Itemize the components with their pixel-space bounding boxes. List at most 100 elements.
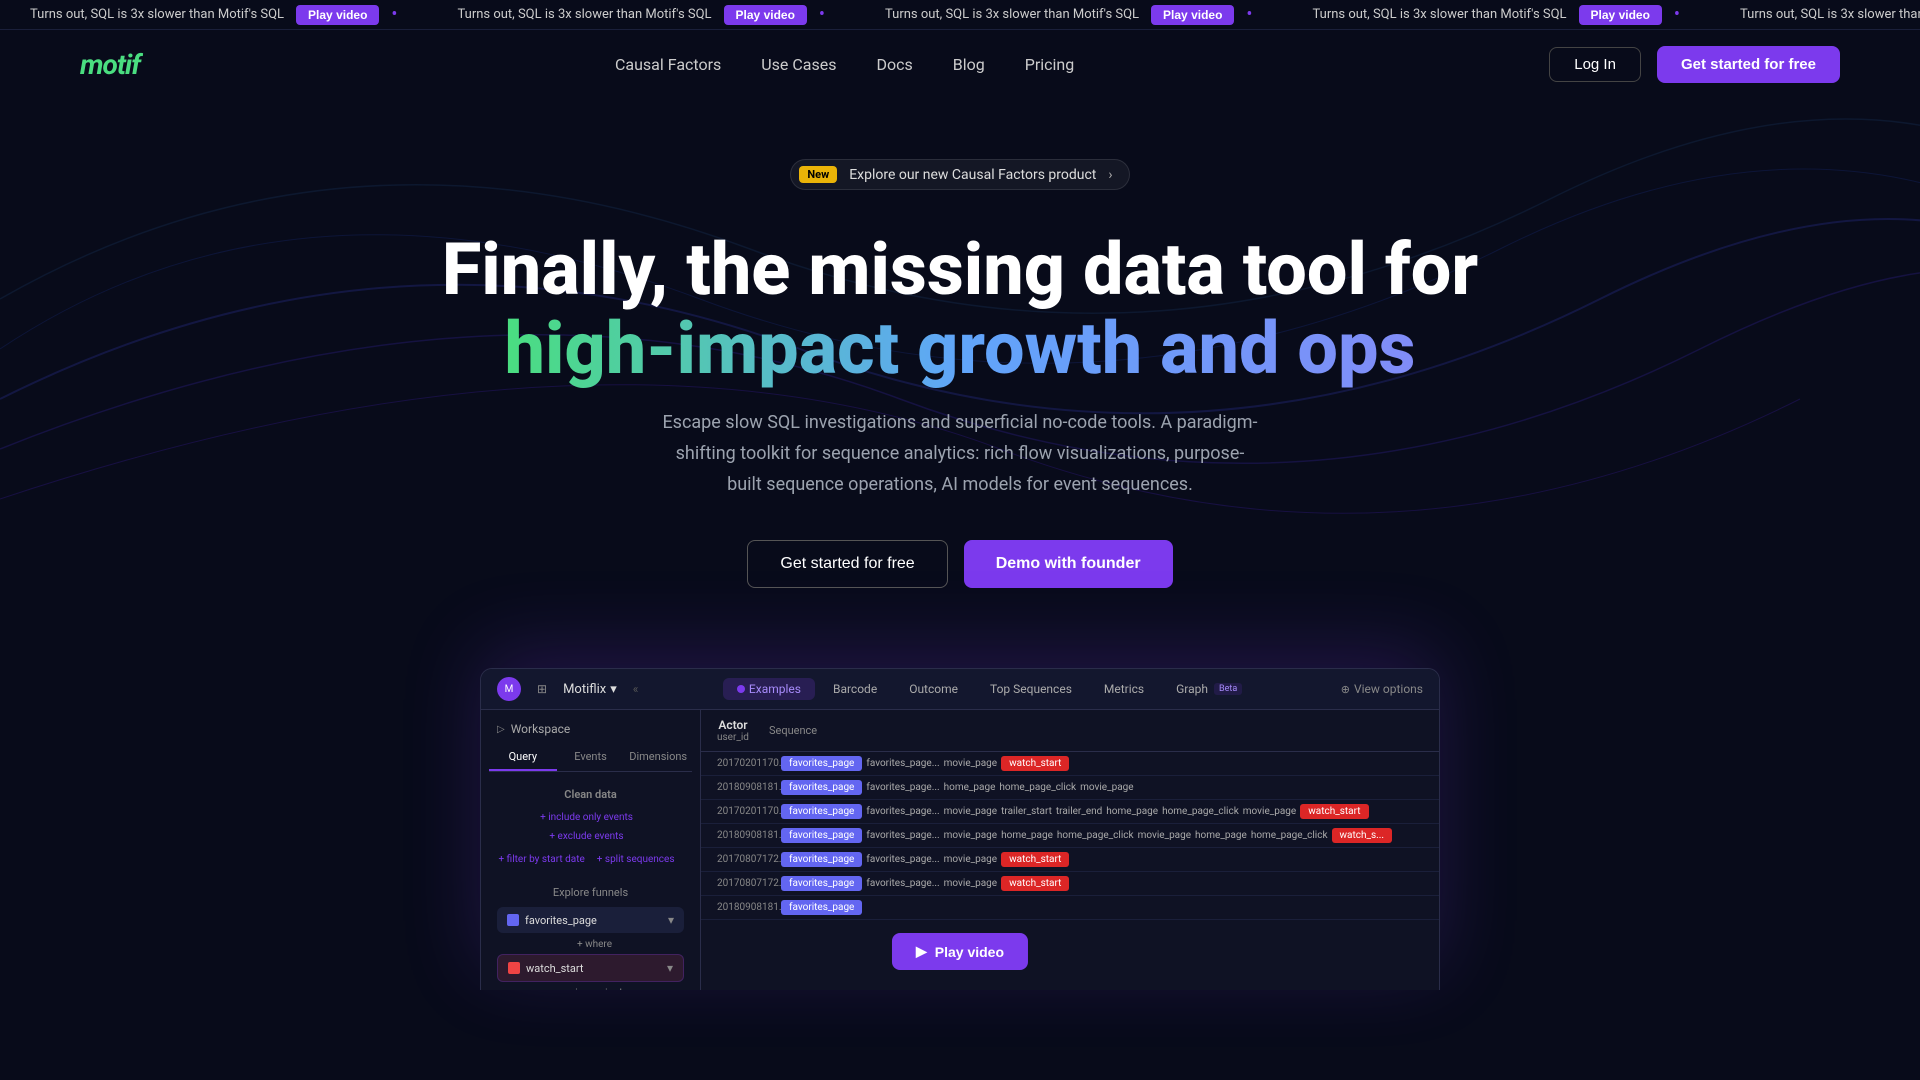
seq-items: favorites_page favorites_page... movie_p… bbox=[781, 874, 1069, 893]
get-started-button[interactable]: Get started for free bbox=[747, 540, 947, 588]
new-badge: New bbox=[799, 166, 837, 183]
ticker-play-btn[interactable]: Play video bbox=[1151, 5, 1234, 25]
ticker-dot: • bbox=[819, 4, 825, 25]
chip-favorites: favorites_page bbox=[781, 852, 862, 867]
chip-favorites: favorites_page bbox=[781, 900, 862, 915]
chip-plain-5: home_page bbox=[1106, 806, 1158, 817]
explore-funnels-section: Explore funnels favorites_page ▾ + where… bbox=[489, 878, 692, 990]
seq-items: favorites_page favorites_page... home_pa… bbox=[781, 778, 1134, 797]
tab-graph[interactable]: Graph Beta bbox=[1162, 678, 1256, 700]
is-required[interactable]: + is required bbox=[497, 988, 684, 990]
chip-plain-1: favorites_page... bbox=[866, 830, 939, 841]
nav-causal-factors[interactable]: Causal Factors bbox=[615, 55, 721, 74]
chip-plain-4: trailer_end bbox=[1056, 806, 1102, 817]
chip-watch-start: watch_start bbox=[1300, 804, 1368, 819]
table-row: 20180908181... favorites_page bbox=[701, 896, 1439, 920]
ticker-play-btn[interactable]: Play video bbox=[296, 5, 379, 25]
sequence-header: Actor user_id Sequence bbox=[701, 710, 1439, 752]
funnel-expand-icon-2: ▾ bbox=[667, 961, 673, 975]
seq-id: 20180908181... bbox=[701, 826, 781, 845]
ticker-dot: • bbox=[1674, 4, 1680, 25]
sidebar-tab-query[interactable]: Query bbox=[489, 744, 557, 771]
funnel-label-watch-start: watch_start bbox=[526, 962, 583, 975]
seq-items: favorites_page favorites_page... movie_p… bbox=[781, 754, 1069, 773]
chevron-right-icon: › bbox=[1108, 167, 1112, 183]
where-clause[interactable]: + where bbox=[497, 939, 684, 950]
chip-plain-3: trailer_start bbox=[1001, 806, 1052, 817]
clean-data-options: + include only events + exclude events +… bbox=[489, 805, 692, 878]
tab-barcode[interactable]: Barcode bbox=[819, 678, 891, 700]
tab-examples-label: Examples bbox=[749, 682, 801, 696]
get-started-nav-button[interactable]: Get started for free bbox=[1657, 46, 1840, 83]
ticker-play-btn[interactable]: Play video bbox=[1579, 5, 1662, 25]
nav-pricing[interactable]: Pricing bbox=[1025, 55, 1075, 74]
app-tabs[interactable]: Examples Barcode Outcome Top Sequences M bbox=[723, 678, 1256, 700]
ticker-dot: • bbox=[391, 4, 397, 25]
app-main: Actor user_id Sequence 20170201170... fa… bbox=[701, 710, 1439, 990]
ticker-text: Turns out, SQL is 3x slower than Motif's… bbox=[458, 7, 712, 22]
chip-favorites: favorites_page bbox=[781, 780, 862, 795]
chip-plain-5: movie_page bbox=[1138, 830, 1191, 841]
sidebar-tab-dimensions[interactable]: Dimensions bbox=[624, 744, 692, 771]
new-product-banner[interactable]: New Explore our new Causal Factors produ… bbox=[790, 159, 1129, 190]
chip-favorites: favorites_page bbox=[781, 828, 862, 843]
ticker-text: Turns out, SQL is 3x slower than Motif's… bbox=[1740, 7, 1920, 22]
chip-plain-1: favorites_page... bbox=[866, 758, 939, 769]
play-video-label: Play video bbox=[935, 944, 1004, 960]
chip-plain-1: favorites_page... bbox=[866, 878, 939, 889]
tab-graph-label: Graph bbox=[1176, 682, 1208, 696]
ticker-play-btn[interactable]: Play video bbox=[724, 5, 807, 25]
chip-plain-4: home_page_click bbox=[1057, 830, 1134, 841]
login-button[interactable]: Log In bbox=[1549, 47, 1641, 82]
tab-outcome[interactable]: Outcome bbox=[895, 678, 972, 700]
hero-buttons: Get started for free Demo with founder bbox=[20, 540, 1900, 588]
chip-plain-2: movie_page bbox=[944, 806, 997, 817]
tab-outcome-label: Outcome bbox=[909, 682, 958, 696]
tab-examples[interactable]: Examples bbox=[723, 678, 815, 700]
seq-items: favorites_page favorites_page... movie_p… bbox=[781, 826, 1392, 845]
demo-with-founder-button[interactable]: Demo with founder bbox=[964, 540, 1173, 588]
table-row: 20170201170... favorites_page favorites_… bbox=[701, 752, 1439, 776]
filter-start-date-opt[interactable]: + filter by start date bbox=[499, 854, 585, 865]
chip-watch-start: watch_start bbox=[1001, 852, 1069, 867]
nav-blog[interactable]: Blog bbox=[953, 55, 985, 74]
seq-id: 20180908181... bbox=[701, 778, 781, 797]
play-video-button[interactable]: ▶ Play video bbox=[892, 933, 1028, 970]
clean-data-title: Clean data bbox=[489, 784, 692, 805]
seq-items: favorites_page favorites_page... movie_p… bbox=[781, 850, 1069, 869]
exclude-events-opt[interactable]: + exclude events bbox=[549, 831, 623, 842]
split-sequences-opt[interactable]: + split sequences bbox=[597, 854, 675, 865]
seq-id: 20180908181... bbox=[701, 898, 781, 917]
funnel-item-watch-start[interactable]: watch_start ▾ bbox=[497, 954, 684, 982]
view-options[interactable]: ⊕ View options bbox=[1341, 682, 1423, 696]
tab-metrics-label: Metrics bbox=[1104, 682, 1144, 696]
chip-plain-2: movie_page bbox=[944, 758, 997, 769]
funnel-expand-icon: ▾ bbox=[668, 913, 674, 927]
nav-use-cases[interactable]: Use Cases bbox=[761, 55, 836, 74]
funnel-item-favorites[interactable]: favorites_page ▾ bbox=[497, 907, 684, 933]
table-row: 20170807172... favorites_page favorites_… bbox=[701, 848, 1439, 872]
chip-plain-1: favorites_page... bbox=[866, 806, 939, 817]
tab-metrics[interactable]: Metrics bbox=[1090, 678, 1158, 700]
hero-title: Finally, the missing data tool for high-… bbox=[20, 230, 1900, 388]
seq-id: 20170201170... bbox=[701, 802, 781, 821]
hero-section: New Explore our new Causal Factors produ… bbox=[0, 99, 1920, 1030]
chip-plain-2: movie_page bbox=[944, 854, 997, 865]
funnel-icon-purple bbox=[507, 914, 519, 926]
workspace-arrow: ▾ bbox=[610, 682, 617, 697]
tab-top-sequences[interactable]: Top Sequences bbox=[976, 678, 1086, 700]
actor-info: Actor user_id bbox=[717, 718, 749, 743]
hero-title-line1: Finally, the missing data tool for bbox=[442, 227, 1478, 312]
workspace-icon: ⊞ bbox=[537, 682, 547, 696]
nav-docs[interactable]: Docs bbox=[876, 55, 912, 74]
ticker-text: Turns out, SQL is 3x slower than Motif's… bbox=[1313, 7, 1567, 22]
actor-sub: user_id bbox=[717, 732, 749, 743]
logo[interactable]: motif bbox=[80, 48, 140, 81]
sidebar-workspace-label: Workspace bbox=[511, 722, 571, 736]
ticker-track: Turns out, SQL is 3x slower than Motif's… bbox=[0, 4, 1920, 25]
workspace-label: Motiflix bbox=[563, 682, 606, 697]
sidebar-tab-events[interactable]: Events bbox=[557, 744, 625, 771]
ticker-item: Turns out, SQL is 3x slower than Motif's… bbox=[1283, 4, 1711, 25]
include-only-events-opt[interactable]: + include only events bbox=[540, 812, 633, 823]
workspace-name[interactable]: Motiflix ▾ bbox=[563, 682, 617, 697]
